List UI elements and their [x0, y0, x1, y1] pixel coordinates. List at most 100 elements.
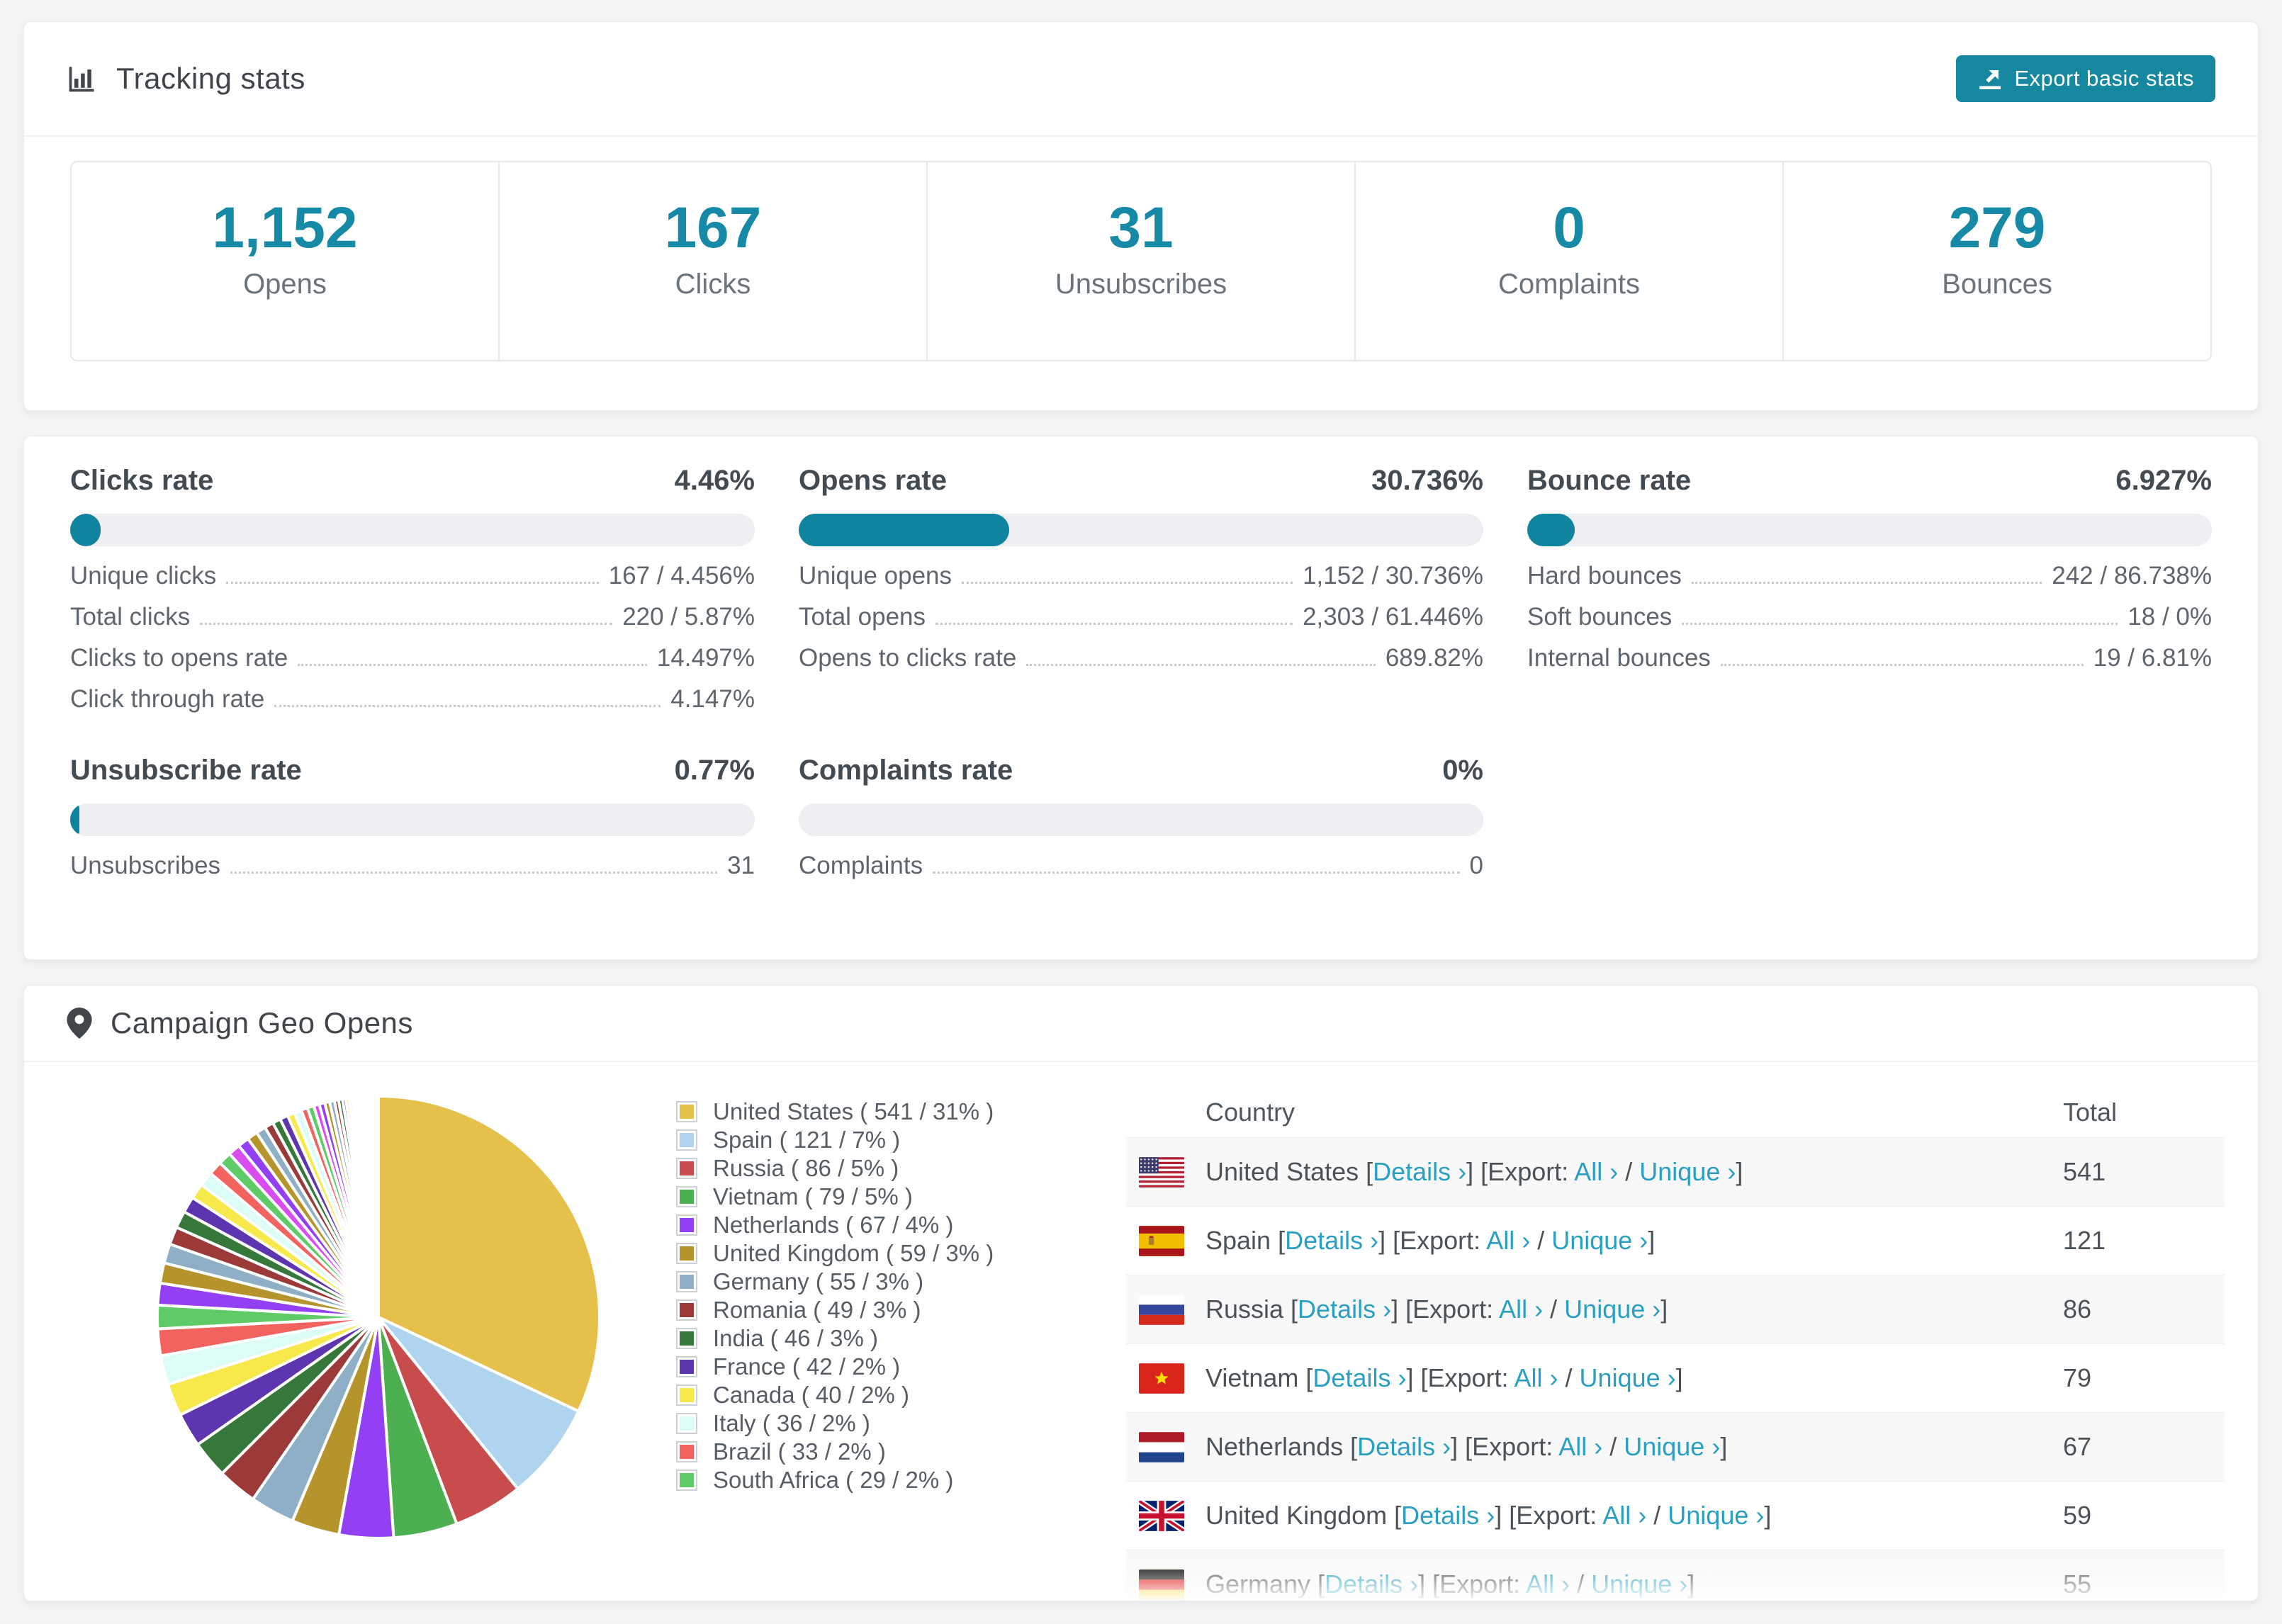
dotted-leader	[1691, 582, 2042, 584]
table-row: Vietnam [Details ›] [Export: All › / Uni…	[1126, 1343, 2225, 1412]
export-unique-link[interactable]: Unique ›	[1580, 1363, 1676, 1392]
rate-stat-label: Unique clicks	[70, 562, 217, 590]
export-unique-link[interactable]: Unique ›	[1564, 1295, 1660, 1324]
rate-block: Complaints rate 0% Complaints 0	[799, 755, 1483, 880]
legend-item[interactable]: Italy ( 36 / 2% )	[676, 1409, 1130, 1438]
geo-pie-chart[interactable]	[152, 1090, 605, 1544]
details-link[interactable]: Details ›	[1285, 1226, 1378, 1255]
rate-stat-value: 1,152 / 30.736%	[1303, 562, 1483, 590]
us-flag-icon	[1139, 1156, 1184, 1188]
legend-color-swatch	[676, 1328, 697, 1349]
rate-stat-label: Complaints	[799, 852, 923, 879]
rate-progress-fill	[70, 803, 79, 836]
export-unique-link[interactable]: Unique ›	[1551, 1226, 1648, 1255]
dotted-leader	[1720, 664, 2084, 666]
export-all-link[interactable]: All ›	[1558, 1432, 1602, 1461]
gb-flag-icon	[1139, 1500, 1184, 1531]
rate-stat-value: 18 / 0%	[2128, 603, 2212, 631]
rate-stat-row: Soft bounces 18 / 0%	[1527, 603, 2212, 631]
legend-color-swatch	[676, 1271, 697, 1292]
details-link[interactable]: Details ›	[1373, 1157, 1466, 1186]
rate-title: Complaints rate	[799, 755, 1013, 786]
details-link[interactable]: Details ›	[1401, 1501, 1495, 1530]
legend-item[interactable]: South Africa ( 29 / 2% )	[676, 1466, 1130, 1494]
rate-stat-row: Unique opens 1,152 / 30.736%	[799, 562, 1483, 590]
rate-progress-fill	[799, 514, 1009, 546]
stat-cell: 0 Complaints	[1354, 162, 1782, 360]
details-link[interactable]: Details ›	[1298, 1295, 1391, 1324]
legend-item[interactable]: United States ( 541 / 31% )	[676, 1098, 1130, 1126]
export-all-link[interactable]: All ›	[1514, 1363, 1558, 1392]
total-cell: 59	[2063, 1501, 2092, 1530]
rate-stat-row: Clicks to opens rate 14.497%	[70, 644, 755, 672]
legend-label: Russia ( 86 / 5% )	[713, 1155, 899, 1181]
legend-item[interactable]: Brazil ( 33 / 2% )	[676, 1438, 1130, 1466]
rate-stat-value: 2,303 / 61.446%	[1303, 603, 1483, 631]
legend-color-swatch	[676, 1299, 697, 1321]
legend-item[interactable]: France ( 42 / 2% )	[676, 1353, 1130, 1381]
export-all-link[interactable]: All ›	[1486, 1226, 1530, 1255]
geo-body: United States ( 541 / 31% ) Spain ( 121 /…	[24, 1062, 2258, 1601]
details-link[interactable]: Details ›	[1357, 1432, 1451, 1461]
export-all-link[interactable]: All ›	[1602, 1501, 1646, 1530]
stat-value: 31	[1108, 196, 1174, 260]
table-row: Russia [Details ›] [Export: All › / Uniq…	[1126, 1275, 2225, 1343]
export-all-link[interactable]: All ›	[1574, 1157, 1618, 1186]
rate-stat-label: Total clicks	[70, 603, 191, 631]
total-cell: 55	[2063, 1569, 2092, 1598]
details-link[interactable]: Details ›	[1313, 1363, 1406, 1392]
country-cell: United States [Details ›] [Export: All ›…	[1205, 1157, 1743, 1186]
total-cell: 79	[2063, 1363, 2092, 1392]
legend-label: Canada ( 40 / 2% )	[713, 1382, 909, 1408]
legend-item[interactable]: Vietnam ( 79 / 5% )	[676, 1183, 1130, 1211]
rate-stat-row: Total clicks 220 / 5.87%	[70, 603, 755, 631]
details-link[interactable]: Details ›	[1325, 1569, 1418, 1598]
legend-label: India ( 46 / 3% )	[713, 1325, 878, 1351]
stat-label: Unsubscribes	[1055, 269, 1227, 300]
rate-progress-fill	[70, 514, 101, 546]
campaign-geo-opens-card: Campaign Geo Opens United States ( 541 /…	[23, 985, 2259, 1601]
export-all-link[interactable]: All ›	[1526, 1569, 1570, 1598]
export-unique-link[interactable]: Unique ›	[1639, 1157, 1736, 1186]
dotted-leader	[230, 872, 718, 874]
export-unique-link[interactable]: Unique ›	[1591, 1569, 1687, 1598]
legend-item[interactable]: Netherlands ( 67 / 4% )	[676, 1211, 1130, 1239]
pie-legend: United States ( 541 / 31% ) Spain ( 121 /…	[676, 1098, 1130, 1494]
export-unique-link[interactable]: Unique ›	[1668, 1501, 1764, 1530]
table-row: Netherlands [Details ›] [Export: All › /…	[1126, 1412, 2225, 1481]
total-cell: 67	[2063, 1432, 2092, 1461]
dotted-leader	[226, 582, 599, 584]
legend-item[interactable]: India ( 46 / 3% )	[676, 1324, 1130, 1353]
legend-color-swatch	[676, 1356, 697, 1377]
country-cell: Spain [Details ›] [Export: All › / Uniqu…	[1205, 1226, 1656, 1255]
legend-item[interactable]: Canada ( 40 / 2% )	[676, 1381, 1130, 1409]
dotted-leader	[298, 664, 647, 666]
export-unique-link[interactable]: Unique ›	[1624, 1432, 1720, 1461]
country-cell: Russia [Details ›] [Export: All › / Uniq…	[1205, 1295, 1668, 1324]
rate-stat-label: Internal bounces	[1527, 644, 1711, 672]
bar-chart-icon	[69, 67, 94, 92]
export-basic-stats-button[interactable]: Export basic stats	[1956, 55, 2215, 102]
dotted-leader	[200, 623, 613, 625]
legend-item[interactable]: Romania ( 49 / 3% )	[676, 1296, 1130, 1324]
legend-label: United Kingdom ( 59 / 3% )	[713, 1240, 994, 1266]
geo-table-header: Country Total	[1126, 1088, 2225, 1137]
rate-stat-label: Total opens	[799, 603, 926, 631]
export-button-label: Export basic stats	[2014, 66, 2194, 91]
stat-cell: 167 Clicks	[498, 162, 926, 360]
rate-stat-value: 4.147%	[670, 685, 755, 713]
legend-item[interactable]: United Kingdom ( 59 / 3% )	[676, 1239, 1130, 1268]
rate-stat-value: 31	[727, 852, 755, 879]
table-row: United States [Details ›] [Export: All ›…	[1126, 1137, 2225, 1206]
total-cell: 541	[2063, 1157, 2106, 1186]
legend-color-swatch	[676, 1470, 697, 1491]
legend-item[interactable]: Spain ( 121 / 7% )	[676, 1126, 1130, 1154]
map-pin-icon	[67, 1008, 92, 1039]
stat-label: Opens	[243, 269, 327, 300]
export-all-link[interactable]: All ›	[1499, 1295, 1543, 1324]
rate-stat-row: Hard bounces 242 / 86.738%	[1527, 562, 2212, 590]
rate-title: Clicks rate	[70, 465, 214, 496]
legend-item[interactable]: Russia ( 86 / 5% )	[676, 1154, 1130, 1183]
country-cell: United Kingdom [Details ›] [Export: All …	[1205, 1501, 1772, 1530]
legend-item[interactable]: Germany ( 55 / 3% )	[676, 1268, 1130, 1296]
